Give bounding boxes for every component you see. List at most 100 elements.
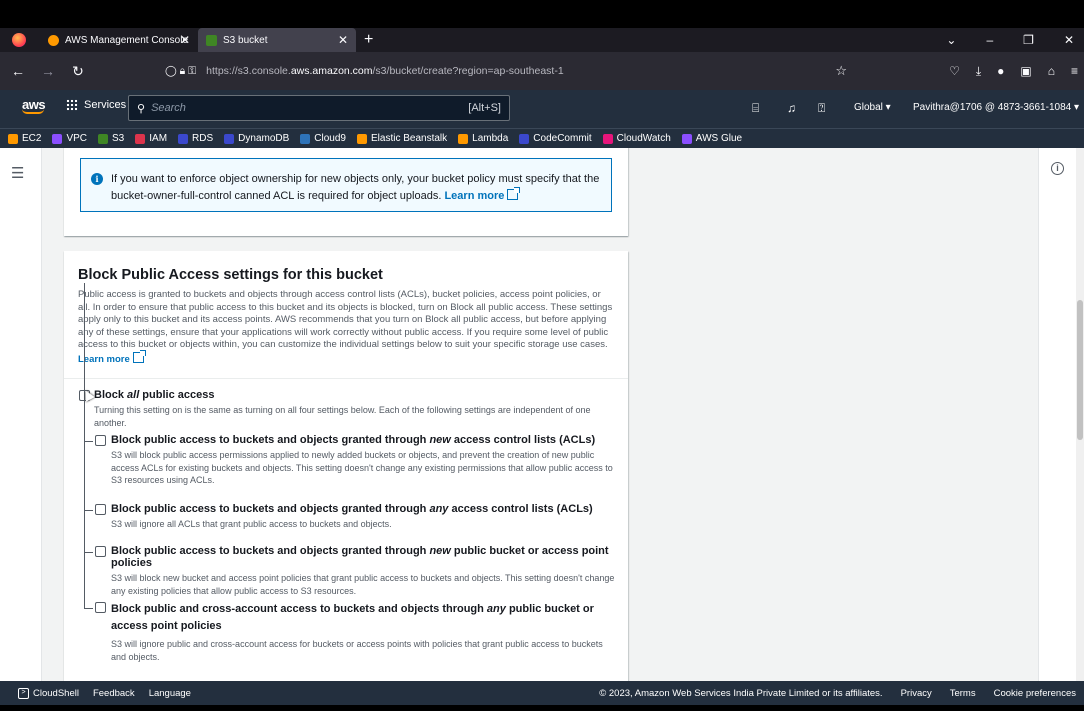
url-path: /s3/bucket/create?region=ap-southeast-1 (372, 65, 564, 77)
account-menu[interactable]: Pavithra@1706 @ 4873-3661-1084 ▾ (913, 102, 1079, 113)
favorite-s3[interactable]: S3 (98, 133, 124, 144)
favorite-codecommit[interactable]: CodeCommit (519, 133, 592, 144)
cloudshell-button[interactable]: > CloudShell (18, 687, 79, 699)
external-link-icon (507, 187, 521, 200)
favorite-cloudwatch[interactable]: CloudWatch (602, 133, 671, 144)
title-part: Block (94, 389, 128, 401)
tab-s3-bucket[interactable]: S3 bucket ✕ (198, 28, 356, 52)
favorite-aws-glue[interactable]: AWS Glue (681, 133, 742, 144)
close-window-icon[interactable]: ✕ (1064, 33, 1074, 47)
extension-icon[interactable]: ● (997, 64, 1004, 78)
favorite-label: DynamoDB (238, 133, 290, 144)
cloud9-icon (300, 133, 311, 144)
favorite-iam[interactable]: IAM (135, 133, 167, 144)
dynamodb-icon (224, 133, 235, 144)
aws-logo-text: aws (22, 97, 46, 112)
search-input[interactable]: ⚲ Search [Alt+S] (128, 95, 510, 121)
rds-icon (178, 133, 189, 144)
console-footer: > CloudShell Feedback Language © 2023, Am… (0, 681, 1084, 705)
aws-logo[interactable]: aws (22, 97, 46, 114)
language-link[interactable]: Language (149, 688, 191, 699)
favorite-ec2[interactable]: EC2 (8, 133, 41, 144)
block-any-acls-checkbox[interactable] (95, 504, 106, 515)
object-ownership-card: i If you want to enforce object ownershi… (64, 148, 628, 236)
title-part: public access (139, 389, 215, 401)
restore-icon[interactable]: ❐ (1023, 33, 1034, 47)
option-description: Turning this setting on is the same as t… (94, 405, 591, 428)
block-all-public-access-option: Block all public access Turning this set… (78, 389, 618, 429)
grid-icon (66, 99, 78, 111)
extensions-icon[interactable]: ⌂ (1048, 64, 1055, 78)
minimize-icon[interactable]: – (986, 33, 993, 47)
favorite-elastic-beanstalk[interactable]: Elastic Beanstalk (357, 133, 447, 144)
browser-tab-strip: AWS Management Console ✕ S3 bucket ✕ + ⌄… (0, 28, 1084, 52)
region-selector[interactable]: Global ▾ (854, 102, 891, 113)
new-tab-button[interactable]: + (364, 31, 373, 49)
cloudshell-icon[interactable]: ⌸ (752, 101, 759, 116)
block-cross-account-checkbox[interactable] (95, 602, 106, 613)
aws-top-nav: aws Services ⚲ Search [Alt+S] ⌸ ♫ ⍰ Glob… (0, 90, 1084, 128)
option-title: Block all public access (94, 389, 618, 401)
terms-link[interactable]: Terms (950, 688, 976, 699)
close-tab-icon[interactable]: ✕ (338, 33, 348, 47)
feedback-link[interactable]: Feedback (93, 688, 135, 699)
pocket-icon[interactable]: ♡ (949, 64, 960, 78)
info-panel-icon[interactable]: i (1051, 162, 1064, 175)
title-part: Block public access to buckets and objec… (111, 434, 430, 446)
browser-toolbar: ← → ↻ ◯ 🔒︎ ⚿ https://s3.console. aws.amaz… (0, 52, 1084, 90)
scrollbar-thumb[interactable] (1077, 300, 1083, 440)
favorite-cloud9[interactable]: Cloud9 (300, 133, 346, 144)
title-emphasis: new (429, 434, 451, 446)
forward-icon[interactable]: → (36, 63, 60, 79)
block-cross-account-option: Block public and cross-account access to… (95, 601, 605, 663)
block-new-policies-checkbox[interactable] (95, 546, 106, 557)
favorite-label: S3 (112, 133, 125, 144)
learn-more-link[interactable]: Learn more (444, 190, 504, 202)
privacy-link[interactable]: Privacy (901, 688, 932, 699)
info-alert: i If you want to enforce object ownershi… (80, 158, 612, 212)
tab-aws-management-console[interactable]: AWS Management Console ✕ (40, 28, 198, 52)
back-icon[interactable]: ← (6, 63, 30, 79)
extension-icon[interactable]: ▣ (1020, 64, 1031, 78)
s3-favicon-icon (206, 34, 217, 46)
block-new-acls-checkbox[interactable] (95, 435, 106, 446)
close-tab-icon[interactable]: ✕ (180, 33, 190, 47)
lock-icon[interactable]: ◯ 🔒︎ ⚿ (165, 65, 196, 78)
tree-connector (84, 552, 93, 553)
tree-connector (84, 510, 93, 511)
favorite-lambda[interactable]: Lambda (458, 133, 508, 144)
title-part: Block public and cross-account access to… (111, 603, 487, 615)
services-menu-button[interactable]: Services (66, 99, 126, 111)
favorite-label: CodeCommit (533, 133, 592, 144)
favorite-vpc[interactable]: VPC (52, 133, 87, 144)
address-bar[interactable]: ◯ 🔒︎ ⚿ https://s3.console. aws.amazon.com… (165, 58, 853, 84)
downloads-icon[interactable]: ⤓ (976, 64, 981, 79)
search-icon: ⚲ (137, 102, 146, 115)
option-description: S3 will ignore public and cross-account … (111, 639, 603, 662)
tree-connector (84, 608, 93, 609)
option-description: S3 will block public access permissions … (111, 450, 613, 485)
favorite-dynamodb[interactable]: DynamoDB (224, 133, 289, 144)
hamburger-menu-icon[interactable]: ☰ (11, 164, 24, 182)
help-icon[interactable]: ⍰ (818, 101, 825, 116)
cloudshell-icon: > (18, 687, 29, 699)
block-any-acls-option: Block public access to buckets and objec… (95, 503, 615, 531)
external-link-icon (132, 349, 146, 363)
cookie-preferences-link[interactable]: Cookie preferences (994, 688, 1076, 699)
favorite-label: EC2 (22, 133, 42, 144)
favorites-bar: EC2 VPC S3 IAM RDS DynamoDB Cloud9 Elast… (0, 128, 1084, 148)
favorite-rds[interactable]: RDS (178, 133, 213, 144)
tab-label: AWS Management Console (65, 34, 189, 46)
tab-list-chevron-icon[interactable]: ⌄ (946, 33, 956, 47)
favorite-label: Cloud9 (314, 133, 346, 144)
learn-more-link[interactable]: Learn more (78, 354, 130, 365)
info-text-line-1: If you want to enforce object ownership … (111, 173, 600, 185)
lambda-icon (458, 133, 469, 144)
bookmark-star-icon[interactable]: ☆ (835, 63, 847, 79)
notifications-bell-icon[interactable]: ♫ (787, 101, 796, 115)
option-description: S3 will ignore all ACLs that grant publi… (111, 519, 392, 529)
side-navigation-rail: ☰ (0, 148, 42, 681)
reload-icon[interactable]: ↻ (66, 63, 90, 80)
page-scrollbar[interactable] (1076, 148, 1084, 681)
menu-icon[interactable]: ≡ (1071, 64, 1078, 78)
